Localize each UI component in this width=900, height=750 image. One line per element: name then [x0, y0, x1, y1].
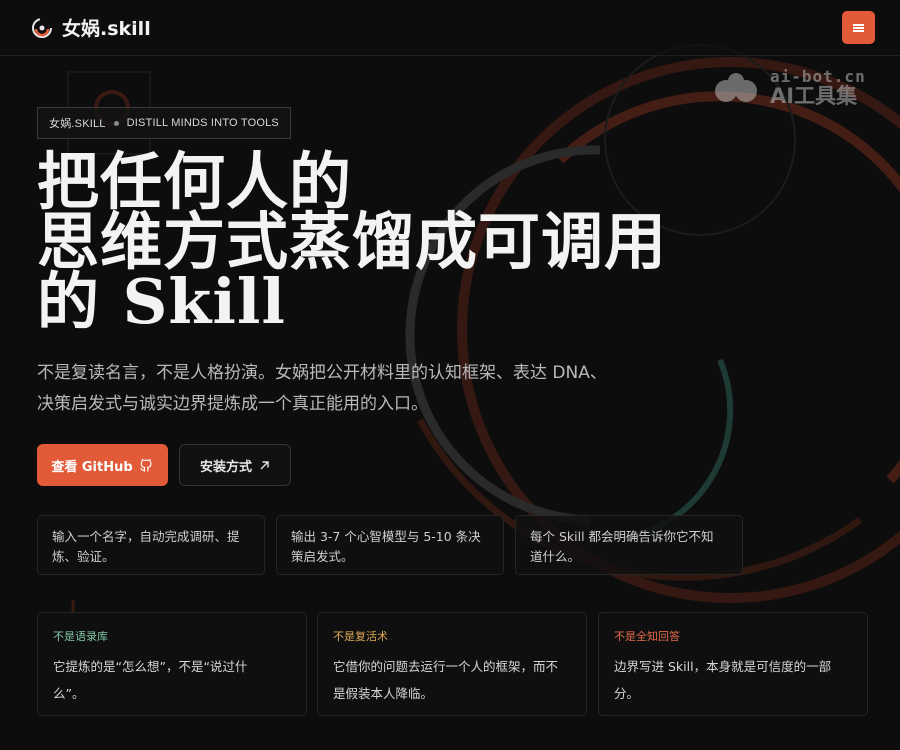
- card-text-line: 分。: [614, 686, 640, 701]
- hero-tag-left: 女娲.SKILL: [49, 118, 106, 130]
- feature-text-line: 炼、验证。: [52, 549, 115, 564]
- headline-line: 把任何人的: [37, 145, 353, 218]
- card-tag: 不是语录库: [53, 630, 108, 643]
- watermark-logo-icon: [715, 73, 757, 102]
- card-text-line: 它借你的问题去运行一个人的框架，而不: [333, 659, 559, 674]
- swirl-logo-icon: [32, 17, 52, 38]
- feature-card: 每个 Skill 都会明确告诉你它不知 道什么。: [515, 515, 743, 575]
- dot-icon: [113, 120, 119, 126]
- card-text-line: 边界写进 Skill，本身就是可信度的一部: [614, 659, 832, 674]
- hamburger-icon: [853, 23, 864, 32]
- hero-tag-right: DISTILL MINDS INTO TOOLS: [126, 117, 279, 129]
- headline-line: 思维方式蒸馏成可调用: [37, 205, 668, 278]
- view-github-label: 查看 GitHub: [51, 459, 133, 475]
- watermark-title: AI工具集: [770, 84, 858, 108]
- feature-text-line: 每个 Skill 都会明确告诉你它不知: [530, 529, 714, 544]
- feature-card: 输出 3-7 个心智模型与 5-10 条决 策启发式。: [276, 515, 504, 575]
- brand-name: 女娲.skill: [62, 18, 151, 40]
- install-method-button[interactable]: 安装方式: [179, 444, 291, 486]
- feature-text-line: 道什么。: [530, 549, 581, 564]
- feature-text-line: 输出 3-7 个心智模型与 5-10 条决: [291, 529, 481, 544]
- watermark: ai-bot.cn AI工具集: [712, 69, 866, 107]
- github-icon: [139, 459, 152, 472]
- hero-subtitle: 不是复读名言，不是人格扮演。女娲把公开材料里的认知框架、表达 DNA、 决策启发…: [37, 358, 677, 420]
- card-text-line: 它提炼的是“怎么想”，不是“说过什: [53, 659, 248, 674]
- arrow-up-right-icon: [260, 460, 269, 469]
- top-navigation-bar: 女娲.skill: [0, 0, 900, 56]
- page-title: 把任何人的 思维方式蒸馏成可调用 的 Skill: [37, 145, 668, 338]
- subtitle-line: 不是复读名言，不是人格扮演。女娲把公开材料里的认知框架、表达 DNA、: [37, 363, 607, 383]
- install-method-label: 安装方式: [199, 459, 252, 475]
- card-text-line: 是假装本人降临。: [333, 686, 434, 701]
- feature-card: 输入一个名字，自动完成调研、提 炼、验证。: [37, 515, 265, 575]
- feature-text-line: 策启发式。: [291, 549, 354, 564]
- feature-text-line: 输入一个名字，自动完成调研、提: [52, 529, 240, 544]
- principle-card: 不是复活术 它借你的问题去运行一个人的框架，而不 是假装本人降临。: [317, 612, 587, 716]
- brand[interactable]: 女娲.skill: [31, 14, 151, 41]
- menu-button[interactable]: [842, 11, 875, 44]
- hero-tag: 女娲.SKILL DISTILL MINDS INTO TOOLS: [37, 107, 291, 139]
- headline-line: 的 Skill: [37, 265, 286, 338]
- card-tag: 不是复活术: [333, 630, 388, 643]
- card-tag: 不是全知回答: [614, 630, 680, 643]
- view-github-button[interactable]: 查看 GitHub: [37, 444, 168, 486]
- principle-card: 不是全知回答 边界写进 Skill，本身就是可信度的一部 分。: [598, 612, 868, 716]
- watermark-domain: ai-bot.cn: [770, 67, 866, 86]
- principle-card: 不是语录库 它提炼的是“怎么想”，不是“说过什 么”。: [37, 612, 307, 716]
- subtitle-line: 决策启发式与诚实边界提炼成一个真正能用的入口。: [37, 394, 428, 414]
- card-text-line: 么”。: [53, 686, 85, 701]
